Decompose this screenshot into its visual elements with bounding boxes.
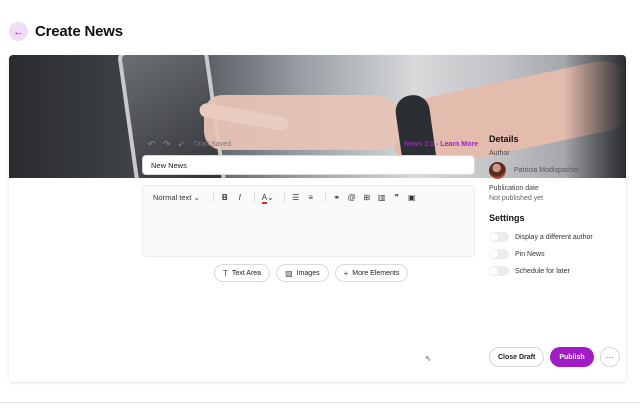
publish-button[interactable]: Publish xyxy=(550,347,594,367)
text-color-icon[interactable]: A⌄ xyxy=(260,192,276,204)
text-style-select[interactable]: Normal text ⌄ xyxy=(153,193,200,202)
page-title: Create News xyxy=(35,23,123,40)
page-header: ← Create News xyxy=(9,22,123,41)
author-row[interactable]: Patricia Modispacher xyxy=(489,162,619,179)
schedule-toggle[interactable] xyxy=(489,266,509,276)
settings-heading: Settings xyxy=(489,213,525,223)
bullet-list-icon[interactable]: ☰ xyxy=(290,193,302,202)
editor-toolbar: Normal text ⌄ B I A⌄ ☰ ≡ ⚭ @ ⊞ ▥ ❞ ▣ xyxy=(143,186,474,208)
mouse-cursor-icon: ⇖ xyxy=(425,354,432,363)
news-title-input[interactable] xyxy=(142,155,475,175)
undo-icon[interactable]: ↶ xyxy=(146,139,157,150)
avatar xyxy=(489,162,506,179)
add-text-area-button[interactable]: T Text Area xyxy=(214,264,271,282)
divider xyxy=(0,402,640,403)
redo-icon[interactable]: ↷ xyxy=(161,139,172,150)
plus-icon: + xyxy=(343,268,349,278)
chevron-down-icon: ⌄ xyxy=(193,192,200,202)
publication-date-value: Not published yet xyxy=(489,195,544,202)
author-label: Author xyxy=(489,150,510,157)
numbered-list-icon[interactable]: ≡ xyxy=(305,193,317,202)
author-name: Patricia Modispacher xyxy=(514,167,580,174)
details-heading: Details xyxy=(489,134,519,144)
table-icon[interactable]: ⊞ xyxy=(361,193,373,202)
image-icon: ▨ xyxy=(285,268,293,278)
setting-schedule: Schedule for later xyxy=(489,266,619,276)
pin-news-toggle[interactable] xyxy=(489,249,509,259)
save-status: Draft Saved xyxy=(194,140,231,148)
arrow-left-icon: ← xyxy=(13,25,24,38)
add-more-elements-button[interactable]: + More Elements xyxy=(334,264,409,282)
publication-date-label: Publication date xyxy=(489,185,539,192)
bold-icon[interactable]: B xyxy=(219,193,231,202)
rich-text-editor[interactable]: Normal text ⌄ B I A⌄ ☰ ≡ ⚭ @ ⊞ ▥ ❞ ▣ xyxy=(142,185,475,257)
add-images-button[interactable]: ▨ Images xyxy=(276,264,329,282)
learn-more-link[interactable]: News 2.0 - Learn More xyxy=(404,141,478,148)
quote-icon[interactable]: ❞ xyxy=(391,193,403,202)
link-icon[interactable]: ⚭ xyxy=(331,193,343,202)
columns-icon[interactable]: ▥ xyxy=(376,193,388,202)
add-elements-row: T Text Area ▨ Images + More Elements xyxy=(214,264,409,282)
details-sidebar: Details Author Patricia Modispacher Publ… xyxy=(489,134,619,276)
italic-icon[interactable]: I xyxy=(234,193,246,202)
more-options-button[interactable]: ··· xyxy=(599,347,620,367)
back-button[interactable]: ← xyxy=(9,22,28,41)
setting-different-author: Display a different author xyxy=(489,232,619,242)
embed-icon[interactable]: ▣ xyxy=(406,193,418,202)
text-icon: T xyxy=(223,268,228,278)
mention-icon[interactable]: @ xyxy=(346,193,358,202)
setting-pin-news: Pin News xyxy=(489,249,619,259)
close-draft-button[interactable]: Close Draft xyxy=(489,347,545,367)
check-icon: ✓ xyxy=(177,138,186,149)
action-bar: Close Draft Publish ··· xyxy=(489,347,620,367)
editor-status-bar: ↶ ↷ ✓ Draft Saved News 2.0 - Learn More xyxy=(146,137,478,151)
different-author-toggle[interactable] xyxy=(489,232,509,242)
